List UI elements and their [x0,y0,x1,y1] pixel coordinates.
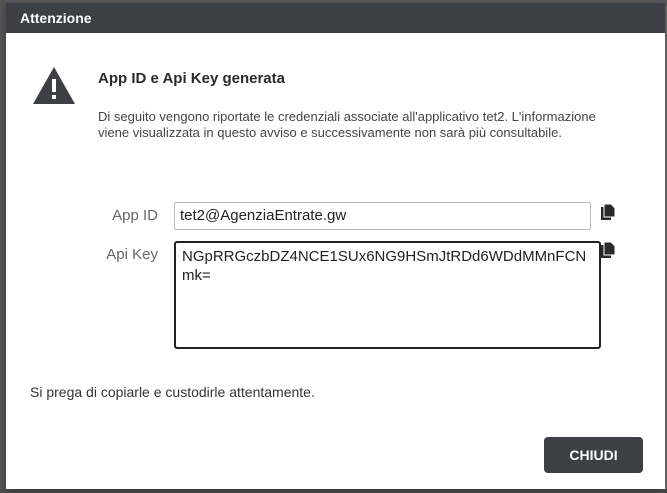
api-key-label: Api Key [106,246,158,263]
copy-api-key-icon[interactable] [600,241,616,259]
warning-icon [33,67,75,104]
alert-dialog: Attenzione App ID e Api Key generata Di … [6,3,665,489]
message-text: Di seguito vengono riportate le credenzi… [98,109,596,140]
app-id-field[interactable]: tet2@AgenziaEntrate.gw [174,202,591,230]
dialog-title: Attenzione [6,3,665,33]
api-key-field[interactable]: NGpRRGczbDZ4NCE1SUx6NG9HSmJtRDd6WDdMMnFC… [174,241,601,349]
message-title: App ID e Api Key generata [98,70,285,87]
footer-note: Si prega di copiarle e custodirle attent… [30,384,315,400]
app-id-label: App ID [112,207,158,224]
background-overlay-bottom [0,489,667,493]
close-button[interactable]: CHIUDI [544,437,643,473]
copy-app-id-icon[interactable] [600,203,616,221]
